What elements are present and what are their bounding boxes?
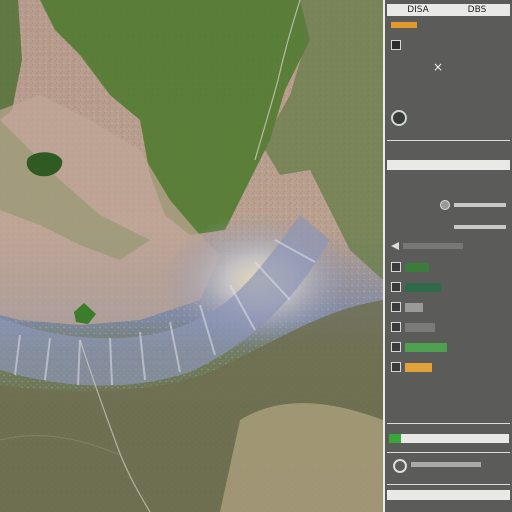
terrain-map[interactable]: [0, 0, 383, 512]
lowland-southeast: [220, 403, 383, 512]
accent-strip: [391, 22, 417, 28]
progress-fill: [389, 434, 401, 443]
slider-track-2[interactable]: [440, 222, 510, 232]
legend-swatch: [405, 263, 429, 272]
bottom-bar: [387, 490, 510, 500]
header-tab-1[interactable]: DISA: [390, 5, 446, 16]
collapse-icon[interactable]: [391, 242, 399, 250]
legend-swatch: [405, 343, 447, 352]
divider-3: [387, 452, 510, 453]
slider-handle[interactable]: [440, 200, 450, 210]
divider-1: [387, 140, 510, 141]
progress-bar: [389, 434, 509, 443]
close-icon[interactable]: ×: [433, 61, 443, 73]
legend-toggle[interactable]: [391, 262, 401, 272]
legend-swatch: [405, 323, 435, 332]
section-bar: [387, 160, 510, 170]
legend-swatch: [405, 363, 432, 372]
legend-toggle[interactable]: [391, 342, 401, 352]
legend-toggle[interactable]: [391, 302, 401, 312]
info-icon[interactable]: [393, 459, 407, 473]
legend-toggle[interactable]: [391, 322, 401, 332]
divider-4: [387, 484, 510, 485]
divider-2: [387, 423, 510, 424]
status-line: [411, 462, 481, 467]
header-tab-2[interactable]: DBS: [449, 5, 505, 16]
legend-toggle[interactable]: [391, 362, 401, 372]
layer-toggle[interactable]: [391, 40, 401, 50]
legend-swatch: [405, 303, 423, 312]
target-icon[interactable]: [391, 110, 407, 126]
slider-track-3[interactable]: [403, 243, 463, 249]
slider-track-1[interactable]: [440, 200, 510, 210]
map-view[interactable]: [0, 0, 383, 512]
legend-toggle[interactable]: [391, 282, 401, 292]
layer-panel: DISA DBS ×: [383, 0, 512, 512]
legend-swatch: [405, 283, 441, 292]
